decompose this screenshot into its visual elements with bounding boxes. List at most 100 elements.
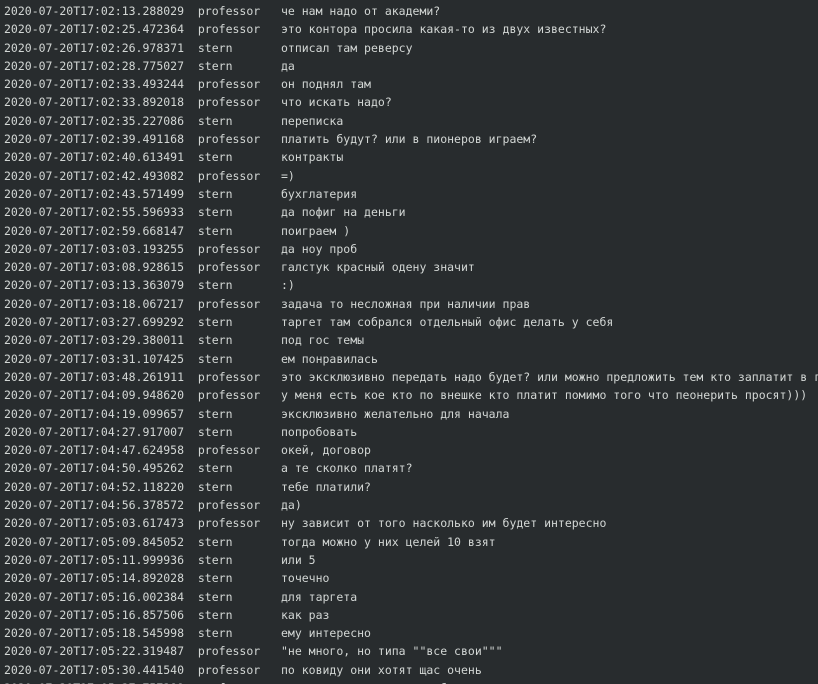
log-timestamp: 2020-07-20T17:02:33.892018 [4,95,185,110]
log-timestamp: 2020-07-20T17:05:18.545998 [4,626,185,641]
log-message: ему интересно [280,626,371,641]
log-message: это эксклюзивно передать надо будет? или… [280,369,818,384]
log-nick: stern [197,205,261,220]
log-nick: stern [197,351,261,366]
log-nick: professor [197,4,261,18]
log-nick: stern [197,150,261,165]
log-line: 2020-07-20T17:02:55.596933 stern да пофи… [4,203,818,221]
log-line: 2020-07-20T17:02:39.491168 professor пла… [4,130,818,148]
log-line: 2020-07-20T17:03:27.699292 stern таргет … [4,313,818,331]
log-nick: stern [197,479,261,494]
log-timestamp: 2020-07-20T17:05:09.845052 [4,534,185,549]
log-message: да [280,58,295,73]
log-line: 2020-07-20T17:03:31.107425 stern ем понр… [4,350,818,368]
log-line: 2020-07-20T17:05:03.617473 professor ну … [4,514,818,532]
log-timestamp: 2020-07-20T17:02:26.978371 [4,40,185,55]
log-line: 2020-07-20T17:05:16.857506 stern как раз [4,606,818,624]
log-message: поиграем ) [280,223,351,238]
log-timestamp: 2020-07-20T17:03:03.193255 [4,241,185,256]
log-nick: stern [197,461,261,476]
log-timestamp: 2020-07-20T17:02:35.227086 [4,113,185,128]
log-line: 2020-07-20T17:05:09.845052 stern тогда м… [4,533,818,551]
log-line: 2020-07-20T17:05:37.757289 professor коз… [4,679,818,684]
log-line: 2020-07-20T17:03:08.928615 professor гал… [4,258,818,276]
log-message: эксклюзивно желательно для начала [280,406,510,421]
log-nick: stern [197,424,261,439]
log-timestamp: 2020-07-20T17:03:27.699292 [4,315,185,330]
terminal-log-view[interactable]: 2020-07-20T17:02:13.288029 professor че … [0,0,818,684]
log-line: 2020-07-20T17:02:35.227086 stern перепис… [4,112,818,130]
log-nick: professor [197,516,261,531]
log-line: 2020-07-20T17:02:33.892018 professor что… [4,93,818,111]
log-timestamp: 2020-07-20T17:02:28.775027 [4,58,185,73]
log-message: для таргета [280,589,358,604]
log-nick: stern [197,626,261,641]
log-nick: professor [197,369,261,384]
log-nick: professor [197,662,261,677]
log-timestamp: 2020-07-20T17:03:08.928615 [4,260,185,275]
log-timestamp: 2020-07-20T17:05:16.857506 [4,607,185,622]
log-line: 2020-07-20T17:04:50.495262 stern а те ск… [4,459,818,477]
log-message: да ноу проб [280,241,358,256]
log-line: 2020-07-20T17:02:40.613491 stern контрак… [4,148,818,166]
log-message: да) [280,498,302,513]
log-line: 2020-07-20T17:04:56.378572 professor да) [4,496,818,514]
log-nick: stern [197,40,261,55]
log-message: окей, договор [280,443,371,458]
log-timestamp: 2020-07-20T17:03:31.107425 [4,351,185,366]
log-message: точечно [280,571,330,586]
log-line: 2020-07-20T17:02:33.493244 professor он … [4,75,818,93]
log-nick: professor [197,77,261,92]
log-message: тогда можно у них целей 10 взят [280,534,496,549]
log-nick: stern [197,534,261,549]
log-timestamp: 2020-07-20T17:03:18.067217 [4,296,185,311]
log-nick: professor [197,132,261,147]
log-message: задача то несложная при наличии прав [280,296,531,311]
log-nick: stern [197,58,261,73]
log-nick: professor [197,168,261,183]
log-timestamp: 2020-07-20T17:05:30.441540 [4,662,185,677]
log-nick: professor [197,498,261,513]
log-line: 2020-07-20T17:05:30.441540 professor по … [4,661,818,679]
log-message: как раз [280,607,330,622]
log-message: "не много, но типа ""все свои""" [280,644,503,659]
log-message: отписал там реверсу [280,40,413,55]
log-line: 2020-07-20T17:04:47.624958 professor оке… [4,441,818,459]
log-line: 2020-07-20T17:05:22.319487 professor "не… [4,642,818,660]
log-line: 2020-07-20T17:04:19.099657 stern эксклюз… [4,405,818,423]
log-timestamp: 2020-07-20T17:02:59.668147 [4,223,185,238]
log-message: контракты [280,150,344,165]
log-message: бухглатерия [280,186,358,201]
log-message: че нам надо от академи? [280,4,441,18]
log-timestamp: 2020-07-20T17:02:55.596933 [4,205,185,220]
log-timestamp: 2020-07-20T17:03:48.261911 [4,369,185,384]
log-line: 2020-07-20T17:04:52.118220 stern тебе пл… [4,478,818,496]
log-line: 2020-07-20T17:05:11.999936 stern или 5 [4,551,818,569]
log-timestamp: 2020-07-20T17:04:56.378572 [4,498,185,513]
log-message: по ковиду они хотят щас очень [280,662,482,677]
log-nick: stern [197,186,261,201]
log-line: 2020-07-20T17:03:18.067217 professor зад… [4,295,818,313]
log-nick: stern [197,607,261,622]
log-nick: professor [197,388,261,403]
log-timestamp: 2020-07-20T17:03:29.380011 [4,333,185,348]
log-timestamp: 2020-07-20T17:02:13.288029 [4,4,185,18]
log-message: ем понравилась [280,351,378,366]
log-nick: professor [197,644,261,659]
log-nick: stern [197,571,261,586]
log-timestamp: 2020-07-20T17:04:52.118220 [4,479,185,494]
log-message: ну зависит от того насколько им будет ин… [280,516,607,531]
log-timestamp: 2020-07-20T17:02:25.472364 [4,22,185,37]
log-timestamp: 2020-07-20T17:05:22.319487 [4,644,185,659]
log-timestamp: 2020-07-20T17:04:27.917007 [4,424,185,439]
log-timestamp: 2020-07-20T17:05:14.892028 [4,571,185,586]
log-timestamp: 2020-07-20T17:02:33.493244 [4,77,185,92]
log-nick: stern [197,406,261,421]
log-nick: professor [197,296,261,311]
log-line: 2020-07-20T17:03:48.261911 professor это… [4,368,818,386]
log-message: он поднял там [280,77,371,92]
log-nick: professor [197,443,261,458]
log-message: тебе платили? [280,479,371,494]
log-message: или 5 [280,552,316,567]
log-timestamp: 2020-07-20T17:05:11.999936 [4,552,185,567]
